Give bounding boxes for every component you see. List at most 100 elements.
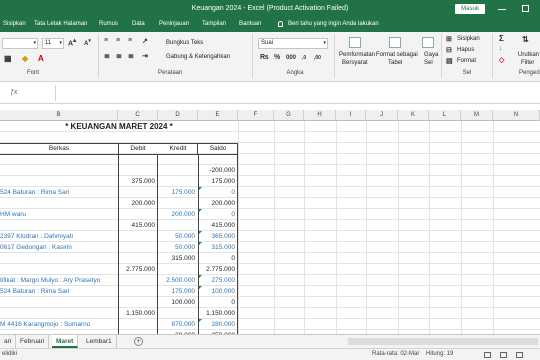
cell-kredit[interactable]: 2.500.000 bbox=[158, 275, 198, 286]
sort-filter-icon[interactable]: ⇅ bbox=[522, 35, 529, 44]
cell-berkas[interactable] bbox=[0, 176, 117, 187]
cell-berkas[interactable]: HM waru bbox=[0, 209, 117, 220]
restore-icon[interactable] bbox=[522, 5, 529, 12]
cell-debit[interactable] bbox=[118, 275, 158, 286]
cell-berkas[interactable] bbox=[0, 308, 117, 319]
cell-berkas[interactable]: 2397 Klodran : Dahmiyati bbox=[0, 231, 117, 242]
cell-debit[interactable]: 200.000 bbox=[118, 198, 158, 209]
format-table-label-2[interactable]: Tabel bbox=[388, 60, 402, 66]
indent-icon[interactable]: ⇥ bbox=[142, 52, 148, 60]
cell-saldo[interactable]: 100.000 bbox=[198, 286, 238, 297]
cell-debit[interactable] bbox=[118, 286, 158, 297]
cell-kredit[interactable] bbox=[158, 154, 198, 165]
minimize-icon[interactable] bbox=[498, 5, 506, 13]
delete-cells-icon[interactable]: ⊟ bbox=[446, 46, 452, 54]
sort-filter-label-1[interactable]: Urutkan bbox=[518, 52, 539, 58]
cell-saldo[interactable]: 2.775.000 bbox=[198, 264, 238, 275]
tab-formulas[interactable]: Rumus bbox=[99, 21, 118, 27]
tab-review[interactable]: Peninjauan bbox=[159, 21, 189, 27]
cell-kredit[interactable] bbox=[158, 198, 198, 209]
tab-insert[interactable]: Sisipkan bbox=[3, 21, 26, 27]
formula-input[interactable] bbox=[55, 85, 540, 101]
sign-in-button[interactable]: Masuk bbox=[455, 4, 485, 14]
cell-berkas[interactable] bbox=[0, 264, 117, 275]
cell-debit[interactable]: 375.000 bbox=[118, 176, 158, 187]
clear-icon[interactable]: ◇ bbox=[499, 56, 504, 64]
format-cells-icon[interactable]: ▤ bbox=[446, 57, 453, 65]
column-header-h[interactable]: H bbox=[304, 110, 336, 121]
cell-saldo[interactable]: 1.150.000 bbox=[198, 308, 238, 319]
conditional-format-icon[interactable] bbox=[349, 37, 361, 48]
tab-page-layout[interactable]: Tata Letak Halaman bbox=[34, 21, 87, 27]
conditional-format-label-1[interactable]: Pemformatan bbox=[339, 52, 375, 58]
page-layout-view-icon[interactable] bbox=[500, 352, 507, 358]
cell-kredit[interactable]: 315.000 bbox=[158, 253, 198, 264]
column-header-n[interactable]: N bbox=[493, 110, 540, 121]
tab-view[interactable]: Tampilan bbox=[202, 21, 226, 27]
align-top-icon[interactable]: ≡ bbox=[104, 37, 108, 44]
cell-styles-label-1[interactable]: Gaya bbox=[424, 52, 438, 58]
cell-kredit[interactable]: 870.000 bbox=[158, 319, 198, 330]
align-right-icon[interactable]: ≣ bbox=[128, 52, 134, 60]
cell-debit[interactable] bbox=[118, 187, 158, 198]
decrease-font-icon[interactable]: A▾ bbox=[84, 38, 91, 47]
cell-debit[interactable] bbox=[118, 319, 158, 330]
cell-debit[interactable]: 415.000 bbox=[118, 220, 158, 231]
cell-saldo[interactable]: 0 bbox=[198, 297, 238, 308]
function-icon[interactable]: ƒx bbox=[10, 89, 17, 96]
format-table-icon[interactable] bbox=[389, 37, 401, 48]
cell-saldo[interactable]: -200.000 bbox=[198, 165, 238, 176]
column-header-l[interactable]: L bbox=[429, 110, 461, 121]
cell-kredit[interactable]: 175.000 bbox=[158, 187, 198, 198]
cell-debit[interactable] bbox=[118, 154, 158, 165]
align-middle-icon[interactable]: ≡ bbox=[116, 37, 120, 44]
increase-decimal-button[interactable]: ,0 bbox=[302, 55, 306, 61]
header-berkas[interactable]: Berkas bbox=[0, 143, 118, 154]
align-center-icon[interactable]: ≣ bbox=[116, 52, 122, 60]
column-header-b[interactable]: B bbox=[0, 110, 118, 121]
cell-saldo[interactable]: 280.000 bbox=[198, 319, 238, 330]
number-format-field[interactable]: Suai ▾ bbox=[258, 38, 328, 49]
currency-icon[interactable]: ₨ bbox=[260, 54, 269, 61]
insert-cells-icon[interactable]: ⊞ bbox=[446, 35, 452, 43]
column-header-f[interactable]: F bbox=[238, 110, 274, 121]
cell-styles-icon[interactable] bbox=[422, 37, 434, 48]
fill-color-icon[interactable]: ◆ bbox=[22, 54, 28, 63]
cell-saldo[interactable]: 0 bbox=[198, 253, 238, 264]
header-kredit[interactable]: Kredit bbox=[158, 143, 198, 154]
cell-kredit[interactable]: 50.000 bbox=[158, 242, 198, 253]
cell-kredit[interactable] bbox=[158, 165, 198, 176]
cell-berkas[interactable]: tifikat : Margo Mulyo : Ary Prasetyo bbox=[0, 275, 117, 286]
format-cells-button[interactable]: Format bbox=[457, 58, 476, 64]
cell-kredit[interactable] bbox=[158, 176, 198, 187]
cell-saldo[interactable]: 200.000 bbox=[198, 198, 238, 209]
cell-kredit[interactable]: 100.000 bbox=[158, 297, 198, 308]
cell-kredit[interactable] bbox=[158, 308, 198, 319]
cell-styles-label-2[interactable]: Sel bbox=[424, 60, 433, 66]
sheet-tab-februari[interactable]: Februari bbox=[16, 335, 50, 348]
cell-saldo[interactable]: 315.000 bbox=[198, 242, 238, 253]
cell-berkas[interactable]: M 4416 Karangmojo : Sumarno bbox=[0, 319, 117, 330]
cell-saldo[interactable]: 0 bbox=[198, 187, 238, 198]
cell-saldo[interactable]: 175.000 bbox=[198, 176, 238, 187]
cell-debit[interactable] bbox=[118, 165, 158, 176]
decrease-decimal-button[interactable]: ,00 bbox=[314, 55, 321, 61]
merge-center-button[interactable]: Gabung & Ketengahkan bbox=[166, 54, 230, 60]
cell-berkas[interactable]: 524 Baturan : Rima Sari bbox=[0, 187, 117, 198]
delete-cells-button[interactable]: Hapus bbox=[457, 47, 474, 53]
header-debit[interactable]: Debit bbox=[118, 143, 158, 154]
cell-saldo[interactable]: 365.000 bbox=[198, 231, 238, 242]
orientation-icon[interactable]: ↗ bbox=[142, 37, 148, 45]
insert-cells-button[interactable]: Sisipkan bbox=[457, 36, 480, 42]
cell-kredit[interactable] bbox=[158, 220, 198, 231]
cell-berkas[interactable]: 524 Baturan : Rima Sari bbox=[0, 286, 117, 297]
cell-berkas[interactable] bbox=[0, 253, 117, 264]
column-header-j[interactable]: J bbox=[366, 110, 398, 121]
wrap-text-button[interactable]: Bungkus Teks bbox=[166, 40, 203, 46]
font-size-field[interactable]: 11 ▾ bbox=[42, 38, 64, 49]
column-header-k[interactable]: K bbox=[398, 110, 429, 121]
cell-kredit[interactable]: 175.000 bbox=[158, 286, 198, 297]
format-table-label-1[interactable]: Format sebagai bbox=[376, 52, 418, 58]
fill-down-icon[interactable]: ↓ bbox=[499, 45, 503, 52]
percent-button[interactable]: % bbox=[274, 54, 280, 61]
